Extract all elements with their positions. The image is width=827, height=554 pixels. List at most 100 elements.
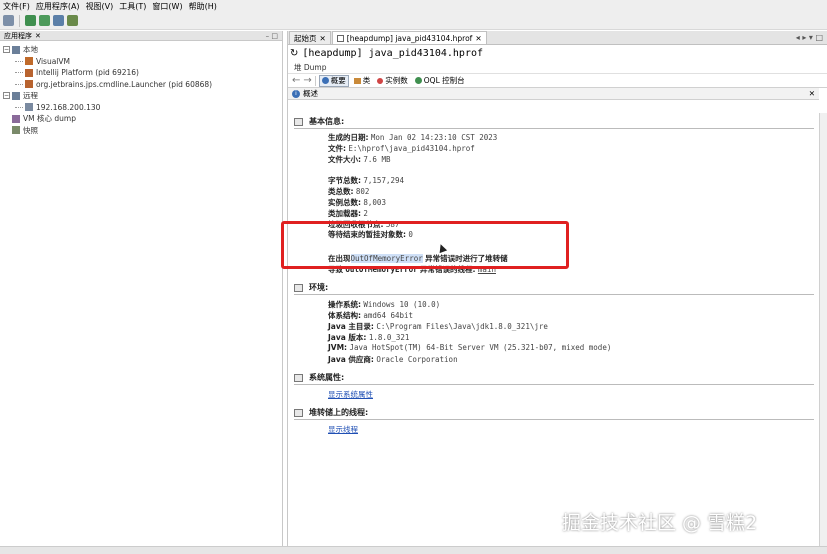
tree-item-label: 192.168.200.130 — [36, 102, 101, 112]
summary-view-label: 概要 — [330, 76, 346, 85]
applications-tab-label: 应用程序 — [4, 31, 32, 40]
tree-item[interactable]: 快照 — [0, 125, 282, 137]
tree-connector — [15, 106, 23, 108]
tab-label: [heapdump] java_pid43104.hprof — [346, 33, 473, 43]
tree-toggle-icon[interactable]: − — [3, 92, 10, 100]
section-divider — [294, 384, 814, 385]
close-icon[interactable]: ✕ — [475, 34, 481, 43]
classes-view-button[interactable]: 类 — [352, 75, 373, 87]
menu-file[interactable]: 文件(F) — [0, 1, 33, 12]
system-properties-line: 显示系统属性 — [328, 389, 373, 400]
toolbar-separator — [19, 14, 20, 27]
tree-item-label: 本地 — [23, 45, 38, 55]
field-value: 8,003 — [363, 198, 386, 207]
tree-item[interactable]: VisualVM — [0, 56, 282, 68]
field-value: C:\Program Files\Java\jdk1.8.0_321\jre — [376, 322, 548, 331]
tree-item[interactable]: Intellij Platform (pid 69216) — [0, 67, 282, 79]
dump-title-row: ↻ [heapdump] java_pid43104.hprof — [288, 45, 827, 62]
classes-line: 类总数: 802 — [328, 186, 369, 197]
collapse-icon[interactable] — [294, 117, 303, 126]
field-label: 操作系统: — [328, 300, 361, 309]
remote-machine-icon — [25, 103, 33, 112]
threads-line: 显示线程 — [328, 424, 358, 435]
field-value: Mon Jan 02 14:23:10 CST 2023 — [370, 133, 498, 142]
java-vendor-line: Java 供应商: Oracle Corporation — [328, 354, 458, 365]
menu-help[interactable]: 帮助(H) — [186, 1, 220, 12]
application-tree: − 本地 VisualVM Intellij Platform (pid 69216)… — [0, 41, 282, 136]
os-line: 操作系统: Windows 10 (10.0) — [328, 299, 440, 310]
field-value: 7.6 MB — [363, 155, 391, 164]
show-threads-link[interactable]: 显示线程 — [328, 425, 358, 434]
tree-item[interactable]: − 本地 — [0, 44, 282, 56]
heap-dump-icon — [336, 34, 344, 42]
field-value: Windows 10 (10.0) — [363, 300, 441, 309]
view-toolbar: ← → 概要 类 实例数 OQL 控制台 — [288, 74, 827, 88]
watermark: 掘金技术社区 @ 雪糕2 — [562, 512, 758, 534]
close-icon[interactable]: ✕ — [35, 32, 41, 40]
tree-item[interactable]: − 远程 — [0, 90, 282, 102]
field-value: 1.8.0_321 — [368, 333, 410, 342]
threads-heading: 堆转储上的线程: — [294, 407, 368, 418]
menu-tools[interactable]: 工具(T) — [116, 1, 149, 12]
field-label: 生成的日期: — [328, 133, 369, 142]
tree-item-label: VisualVM — [36, 56, 70, 66]
threads-heading-label: 堆转储上的线程: — [309, 408, 369, 417]
field-label: 实例总数: — [328, 198, 361, 207]
oql-console-icon — [414, 77, 422, 84]
summary-header: i 概述 ✕ — [288, 88, 819, 100]
menu-application[interactable]: 应用程序(A) — [33, 1, 83, 12]
tab-navigation-controls[interactable]: ◂ ▸ ▾ □ — [796, 33, 823, 42]
oql-console-button[interactable]: OQL 控制台 — [413, 75, 467, 87]
instances-view-button[interactable]: 实例数 — [375, 75, 410, 87]
thread-dump-icon[interactable] — [53, 15, 64, 26]
expand-icon[interactable] — [294, 408, 303, 417]
show-system-properties-link[interactable]: 显示系统属性 — [328, 390, 373, 399]
back-arrow-icon[interactable]: ← — [292, 75, 300, 86]
collapse-icon[interactable] — [294, 283, 303, 292]
jvm-line: JVM: Java HotSpot(TM) 64-Bit Server VM (… — [328, 343, 611, 352]
instances-view-label: 实例数 — [385, 76, 408, 85]
tree-connector — [15, 83, 23, 85]
close-icon[interactable]: ✕ — [320, 34, 326, 43]
expand-icon[interactable] — [294, 373, 303, 382]
tree-item[interactable]: 192.168.200.130 — [0, 102, 282, 114]
menu-view[interactable]: 视图(V) — [83, 1, 117, 12]
close-icon[interactable]: ✕ — [809, 89, 815, 98]
heap-dump-icon[interactable] — [39, 15, 50, 26]
document-tabbar: 起始页 ✕ [heapdump] java_pid43104.hprof ✕ ◂… — [288, 31, 827, 45]
toolbar-separator — [314, 75, 316, 86]
field-value: amd64 64bit — [363, 311, 414, 320]
tree-toggle-icon[interactable]: − — [3, 46, 10, 54]
tree-item[interactable]: org.jetbrains.jps.cmdline.Launcher (pid … — [0, 79, 282, 91]
java-app-icon — [25, 68, 33, 77]
field-label: 类加载器: — [328, 209, 361, 218]
menu-window[interactable]: 窗口(W) — [149, 1, 185, 12]
tree-item-label: org.jetbrains.jps.cmdline.Launcher (pid … — [36, 79, 213, 89]
tab-heapdump[interactable]: [heapdump] java_pid43104.hprof ✕ — [331, 31, 487, 44]
summary-view-button[interactable]: 概要 — [318, 74, 349, 87]
add-jmx-icon[interactable] — [25, 15, 36, 26]
section-divider — [294, 128, 814, 129]
panel-window-controls[interactable]: – □ — [266, 32, 278, 40]
tab-start-page[interactable]: 起始页 ✕ — [289, 31, 331, 44]
field-label: 体系结构: — [328, 311, 361, 320]
forward-arrow-icon[interactable]: → — [303, 75, 311, 86]
field-value: 7,157,294 — [363, 176, 405, 185]
snapshot-icon[interactable] — [67, 15, 78, 26]
applications-tab[interactable]: 应用程序 ✕ — [4, 31, 41, 41]
tree-item-label: VM 核心 dump — [23, 114, 76, 124]
remote-host-icon — [12, 91, 20, 100]
status-bar — [0, 546, 827, 554]
open-file-icon[interactable] — [3, 15, 14, 26]
summary-icon — [321, 77, 329, 84]
refresh-icon[interactable]: ↻ — [290, 48, 298, 59]
field-value: Java HotSpot(TM) 64-Bit Server VM (25.32… — [349, 343, 612, 352]
dump-date-line: 生成的日期: Mon Jan 02 14:23:10 CST 2023 — [328, 132, 497, 143]
field-value: Oracle Corporation — [376, 355, 458, 364]
visualvm-icon — [25, 57, 33, 66]
tree-item[interactable]: VM 核心 dump — [0, 113, 282, 125]
tree-item-label: 远程 — [23, 91, 38, 101]
field-label: JVM: — [328, 343, 348, 352]
field-label: Java 主目录: — [328, 322, 374, 331]
tree-item-label: Intellij Platform (pid 69216) — [36, 68, 139, 78]
